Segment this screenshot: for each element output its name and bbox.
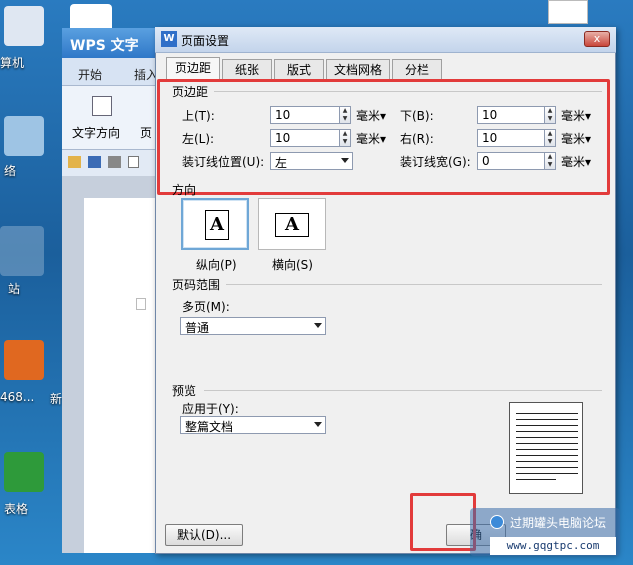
landscape-label[interactable]: 横向(S) [272, 256, 313, 273]
preview-group-title: 预览 [172, 384, 197, 398]
desktop-label-new: 新 [50, 392, 63, 406]
computer-icon[interactable] [4, 6, 44, 46]
preview-divider [204, 390, 602, 391]
desktop-label-recycle: 站 [8, 282, 21, 296]
multiple-pages-label: 多页(M): [182, 300, 230, 314]
orientation-group-title: 方向 [172, 183, 197, 197]
landscape-icon: A [275, 213, 309, 237]
text-direction-icon[interactable] [92, 96, 112, 116]
portrait-label[interactable]: 纵向(P) [196, 256, 237, 273]
desktop-label-network: 络 [4, 164, 17, 178]
open-icon[interactable] [68, 156, 81, 168]
save-icon[interactable] [88, 156, 101, 168]
watermark-logo-icon [490, 515, 504, 529]
recycle-bin-icon[interactable] [0, 226, 44, 276]
close-button[interactable]: x [584, 31, 610, 47]
wps-logo-icon: W [161, 31, 177, 47]
default-button[interactable]: 默认(D)... [165, 524, 243, 546]
tab-layout[interactable]: 版式 [274, 59, 324, 80]
wps-document-page[interactable] [84, 198, 164, 553]
page-marker-icon [136, 298, 146, 310]
print-icon[interactable] [108, 156, 121, 168]
multiple-pages-select[interactable]: 普通 [180, 317, 326, 335]
portrait-icon: A [205, 210, 229, 240]
tab-margins[interactable]: 页边距 [166, 57, 220, 81]
highlight-ok-box [410, 493, 476, 551]
document-icon[interactable] [548, 0, 588, 24]
wps-title: WPS 文字 [70, 38, 139, 54]
chevron-down-icon [314, 422, 322, 427]
preview-icon[interactable] [128, 156, 139, 168]
page-range-group-title: 页码范围 [172, 278, 221, 292]
tab-paper[interactable]: 纸张 [222, 59, 272, 80]
highlight-margins-box [157, 79, 610, 195]
watermark-url: www.gqgtpc.com [490, 537, 616, 555]
page-range-divider [226, 284, 602, 285]
page-button[interactable]: 页 [140, 124, 152, 141]
spreadsheet-icon[interactable] [4, 452, 44, 492]
portrait-option[interactable]: A [181, 198, 249, 250]
network-icon[interactable] [4, 116, 44, 156]
tab-document-grid[interactable]: 文档网格 [326, 59, 390, 80]
tab-columns[interactable]: 分栏 [392, 59, 442, 80]
chevron-down-icon [314, 323, 322, 328]
menu-home[interactable]: 开始 [78, 66, 102, 83]
dialog-title: 页面设置 [181, 34, 230, 48]
watermark-text: 过期罐头电脑论坛 [510, 516, 607, 530]
apply-to-label: 应用于(Y): [182, 402, 239, 416]
text-direction-button[interactable]: 文字方向 [72, 124, 120, 141]
page-preview [509, 402, 583, 494]
apply-to-select[interactable]: 整篇文档 [180, 416, 326, 434]
landscape-option[interactable]: A [258, 198, 326, 250]
desktop-label-sheet: 表格 [4, 502, 29, 516]
app-shortcut-icon[interactable] [4, 340, 44, 380]
desktop-label-app: 468... [0, 390, 35, 404]
desktop-label-computer: 算机 [0, 56, 25, 70]
